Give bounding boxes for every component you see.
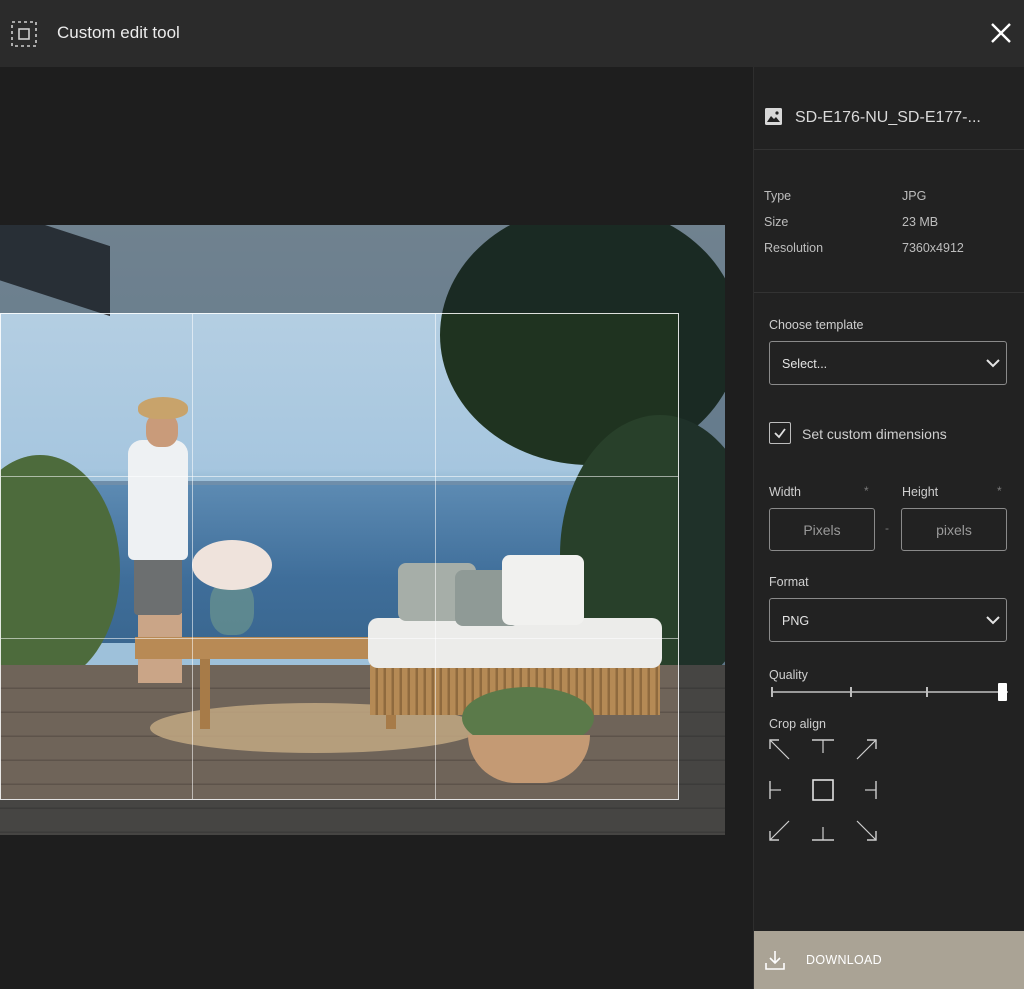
quality-slider-track[interactable] xyxy=(772,691,1008,693)
crop-grid-line xyxy=(1,476,678,477)
close-icon[interactable] xyxy=(988,20,1014,46)
align-left-icon[interactable] xyxy=(769,778,793,802)
height-required-mark: * xyxy=(997,484,1002,498)
dimension-separator: - xyxy=(885,521,889,535)
width-input[interactable] xyxy=(769,508,875,551)
align-bottom-icon[interactable] xyxy=(811,817,835,841)
crop-align-grid xyxy=(769,739,877,841)
align-top-left-icon[interactable] xyxy=(769,739,793,763)
template-label: Choose template xyxy=(769,318,864,332)
width-label: Width xyxy=(769,485,801,499)
height-label: Height xyxy=(902,485,939,499)
download-label: DOWNLOAD xyxy=(806,953,883,967)
editor-canvas xyxy=(0,67,753,989)
crop-grid-line xyxy=(1,638,678,639)
align-center-icon[interactable] xyxy=(811,778,835,802)
page-title: Custom edit tool xyxy=(57,23,180,42)
custom-dimensions-label: Set custom dimensions xyxy=(802,426,947,442)
format-select-value: PNG xyxy=(782,614,810,628)
meta-value: 23 MB xyxy=(902,215,939,229)
meta-value: JPG xyxy=(902,189,927,203)
template-select[interactable]: Select... xyxy=(769,341,1007,385)
quality-slider-tick xyxy=(771,687,773,697)
quality-slider-handle[interactable] xyxy=(998,683,1007,701)
width-required-mark: * xyxy=(864,484,869,498)
meta-value: 7360x4912 xyxy=(902,241,964,255)
crop-mask xyxy=(0,799,725,835)
file-metadata: Type JPG Size 23 MB Resolution 7360x4912 xyxy=(754,150,1024,293)
file-header: SD-E176-NU_SD-E177-... xyxy=(754,67,1024,150)
meta-key: Type xyxy=(764,189,792,203)
align-bottom-left-icon[interactable] xyxy=(769,817,793,841)
chevron-down-icon xyxy=(986,359,1000,368)
align-top-right-icon[interactable] xyxy=(853,739,877,763)
download-icon xyxy=(765,951,785,970)
template-select-value: Select... xyxy=(782,357,828,371)
crop-grid-line xyxy=(192,314,193,799)
image-icon xyxy=(765,108,782,125)
settings-panel: SD-E176-NU_SD-E177-... Type JPG Size 23 … xyxy=(753,67,1024,989)
meta-key: Resolution xyxy=(764,241,824,255)
top-bar: Custom edit tool xyxy=(0,0,1024,67)
file-name: SD-E176-NU_SD-E177-... xyxy=(795,109,981,126)
format-select[interactable]: PNG xyxy=(769,598,1007,642)
align-right-icon[interactable] xyxy=(853,778,877,802)
format-label: Format xyxy=(769,575,809,589)
custom-dimensions-checkbox[interactable] xyxy=(769,422,791,444)
meta-key: Size xyxy=(764,215,789,229)
height-input[interactable] xyxy=(901,508,1007,551)
crop-grid-line xyxy=(435,314,436,799)
crop-align-label: Crop align xyxy=(769,717,826,731)
align-bottom-right-icon[interactable] xyxy=(853,817,877,841)
download-button[interactable]: DOWNLOAD xyxy=(754,931,1024,989)
crop-mask xyxy=(678,313,725,799)
crop-frame[interactable] xyxy=(0,313,679,800)
crop-select-icon xyxy=(11,21,37,47)
quality-label: Quality xyxy=(769,668,808,682)
crop-mask xyxy=(0,225,725,313)
checkmark-icon xyxy=(774,428,786,439)
quality-slider-tick xyxy=(926,687,928,697)
chevron-down-icon xyxy=(986,616,1000,625)
align-top-icon[interactable] xyxy=(811,739,835,763)
quality-slider-tick xyxy=(850,687,852,697)
